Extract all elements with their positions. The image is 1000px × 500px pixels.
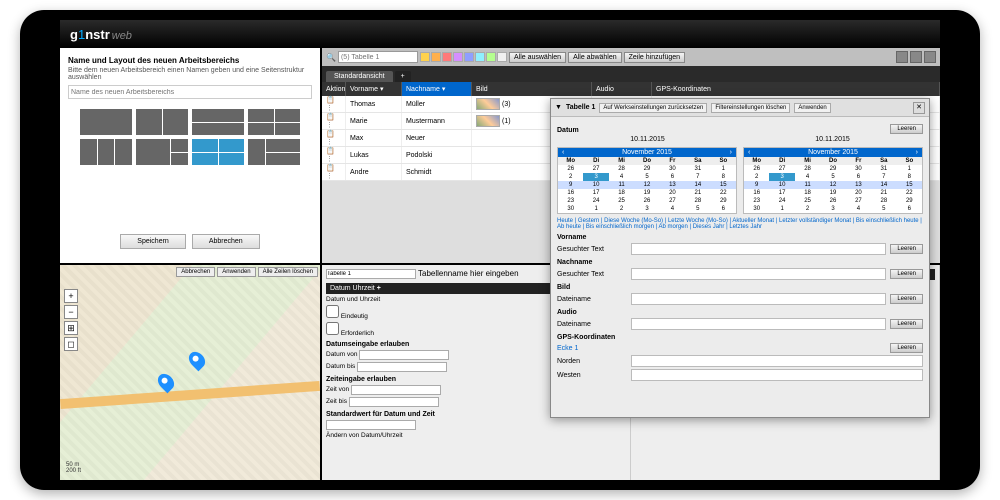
color-swatch[interactable] [464, 52, 474, 62]
col-bild[interactable]: Bild [472, 82, 592, 96]
filter-audio-label: Audio [557, 309, 923, 316]
prev-month-icon[interactable]: ‹ [748, 149, 750, 156]
color-swatch[interactable] [486, 52, 496, 62]
filter-icon: ▼ [555, 104, 562, 111]
col-gps[interactable]: GPS-Koordinaten [652, 82, 940, 96]
zoom-in-icon[interactable]: + [64, 289, 78, 303]
reset-filters-button[interactable]: Auf Werkseinstellungen zurücksetzen [599, 103, 707, 113]
grid-toolbar: 🔍 Alle auswählen Alle abwählen Zeile hin… [322, 48, 940, 66]
color-swatch[interactable] [453, 52, 463, 62]
clear-button[interactable]: Leeren [890, 343, 923, 353]
layout-thumbnails [68, 109, 312, 165]
audio-filter-input[interactable] [631, 318, 886, 330]
filter-icon[interactable] [896, 51, 908, 63]
default-value-input[interactable] [326, 420, 416, 430]
filter-datum-label: Datum [557, 127, 627, 134]
clear-button[interactable]: Leeren [890, 319, 923, 329]
app-header: g1nstrweb [60, 20, 940, 48]
clear-button[interactable]: Leeren [890, 244, 923, 254]
clear-button[interactable]: Leeren [890, 124, 923, 134]
add-row-button[interactable]: Zeile hinzufügen [624, 52, 685, 63]
search-icon: 🔍 [326, 53, 336, 62]
color-swatch[interactable] [475, 52, 485, 62]
select-all-button[interactable]: Alle auswählen [509, 52, 566, 63]
col-audio[interactable]: Audio [592, 82, 652, 96]
filter-gps-label: GPS-Koordinaten [557, 334, 923, 341]
layout-option[interactable] [248, 109, 300, 135]
filter-bild-label: Bild [557, 284, 923, 291]
clear-filters-button[interactable]: Filtereinstellungen löschen [711, 103, 790, 113]
brand-logo: g1nstrweb [70, 27, 132, 42]
map-marker-icon[interactable] [186, 349, 209, 372]
time-from-input[interactable] [351, 385, 441, 395]
map-pane[interactable]: Abbrechen Anwenden Alle Zeilen löschen +… [60, 265, 320, 480]
date-quicklinks[interactable]: Heute | Gestern | Diese Woche (Mo-So) | … [557, 218, 923, 230]
tool-icon[interactable] [910, 51, 922, 63]
next-month-icon[interactable]: › [916, 149, 918, 156]
date-display: 10.11.2015 [630, 136, 665, 143]
tab-standard-view[interactable]: Standardansicht [326, 71, 393, 82]
col-vorname[interactable]: Vorname ▾ [346, 82, 402, 96]
layout-subtitle: Bitte dem neuen Arbeitsbereich einen Nam… [68, 67, 312, 81]
layout-option-selected[interactable] [192, 139, 244, 165]
map-scale: 50 m200 ft [66, 462, 81, 474]
map-clear-button[interactable]: Alle Zeilen löschen [258, 267, 318, 277]
color-swatch[interactable] [431, 52, 441, 62]
gps-west-input[interactable] [631, 369, 923, 381]
bild-filter-input[interactable] [631, 293, 886, 305]
map-marker-icon[interactable] [154, 370, 177, 393]
cancel-button[interactable]: Abbrechen [192, 234, 260, 249]
filter-dialog: ▼ Tabelle 1 Auf Werkseinstellungen zurüc… [550, 98, 930, 418]
dialog-title: Tabelle 1 [566, 104, 595, 111]
layout-option[interactable] [136, 109, 188, 135]
color-swatch[interactable] [420, 52, 430, 62]
color-swatches[interactable] [420, 52, 507, 62]
lbl-change-dt: Ändern von Datum/Uhrzeit [326, 432, 626, 439]
map-apply-button[interactable]: Anwenden [217, 267, 255, 277]
table-name-hint: Tabellenname hier eingeben [418, 269, 519, 279]
color-swatch[interactable] [497, 52, 507, 62]
map-cancel-button[interactable]: Abbrechen [176, 267, 215, 277]
prev-month-icon[interactable]: ‹ [562, 149, 564, 156]
view-tabs: Standardansicht + [322, 66, 940, 82]
calendar-to[interactable]: ‹November 2015› MoDiMiDoFrSaSo2627282930… [743, 147, 923, 214]
layout-option[interactable] [80, 109, 132, 135]
color-swatch[interactable] [442, 52, 452, 62]
map-tool-icon[interactable]: ◻ [64, 337, 78, 351]
filter-nachname-label: Nachname [557, 259, 923, 266]
grid-search-input[interactable] [338, 51, 418, 63]
apply-filters-button[interactable]: Anwenden [794, 103, 830, 113]
col-aktion[interactable]: Aktion [322, 82, 346, 96]
calendar-from[interactable]: ‹November 2015› MoDiMiDoFrSaSo2627282930… [557, 147, 737, 214]
zoom-out-icon[interactable]: − [64, 305, 78, 319]
layout-option[interactable] [136, 139, 188, 165]
col-nachname[interactable]: Nachname ▾ [402, 82, 472, 96]
close-icon[interactable]: ✕ [913, 102, 925, 114]
time-to-input[interactable] [349, 397, 439, 407]
layout-option[interactable] [192, 109, 244, 135]
layout-option[interactable] [248, 139, 300, 165]
map-tool-icon[interactable]: ⊞ [64, 321, 78, 335]
next-month-icon[interactable]: › [730, 149, 732, 156]
gps-north-input[interactable] [631, 355, 923, 367]
tool-icon[interactable] [924, 51, 936, 63]
date-from-input[interactable] [359, 350, 449, 360]
nachname-filter-input[interactable] [631, 268, 886, 280]
grid-header: Aktion Vorname ▾ Nachname ▾ Bild Audio G… [322, 82, 940, 96]
layout-title: Name und Layout des neuen Arbeitsbereich… [68, 56, 312, 65]
filter-vorname-label: Vorname [557, 234, 923, 241]
workspace-name-input[interactable] [68, 85, 312, 99]
deselect-all-button[interactable]: Alle abwählen [568, 52, 622, 63]
clear-button[interactable]: Leeren [890, 294, 923, 304]
date-display: 10.11.2015 [815, 136, 850, 143]
map-road [60, 381, 320, 409]
layout-chooser-pane: Name und Layout des neuen Arbeitsbereich… [60, 48, 320, 263]
layout-option[interactable] [80, 139, 132, 165]
clear-button[interactable]: Leeren [890, 269, 923, 279]
vorname-filter-input[interactable] [631, 243, 886, 255]
save-button[interactable]: Speichern [120, 234, 186, 249]
date-to-input[interactable] [357, 362, 447, 372]
add-tab-button[interactable]: + [395, 71, 411, 82]
table-name-input[interactable] [326, 269, 416, 279]
